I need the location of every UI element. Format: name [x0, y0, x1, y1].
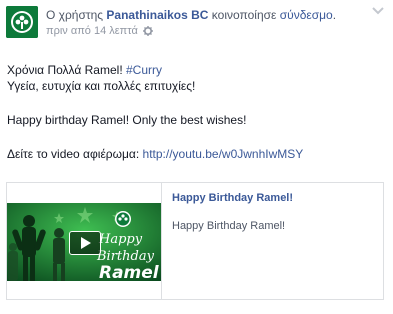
message-line-3: Happy birthday Ramel! Only the best wish…: [7, 113, 247, 127]
link-preview-card[interactable]: Happy Birthday Ramel Happy Birthday Rame…: [6, 182, 384, 300]
gear-icon[interactable]: [142, 26, 153, 36]
hashtag-link[interactable]: #Curry: [126, 63, 162, 77]
card-info: Happy Birthday Ramel! Happy Birthday Ram…: [162, 183, 383, 299]
post-meta: πριν από 14 λεπτά: [46, 25, 153, 37]
chevron-down-icon[interactable]: [371, 6, 385, 16]
thumbnail-text-line-1: Happy: [98, 232, 143, 247]
post-timestamp[interactable]: πριν από 14 λεπτά: [46, 25, 138, 37]
post-message: Χρόνια Πολλά Ramel! #Curry Υγεία, ευτυχί…: [7, 62, 387, 162]
play-icon: [81, 237, 91, 249]
message-line-1: Χρόνια Πολλά Ramel! #Curry: [7, 63, 163, 77]
card-title[interactable]: Happy Birthday Ramel!: [172, 192, 373, 204]
header-suffix: .: [332, 8, 337, 22]
avatar[interactable]: [6, 6, 38, 38]
play-button[interactable]: [69, 231, 101, 255]
page-name-link[interactable]: Panathinaikos BC: [106, 8, 208, 22]
header-action: κοινοποίησε: [211, 8, 277, 22]
thumbnail-text-line-3: Ramel: [99, 263, 160, 281]
shared-link-word[interactable]: σύνδεσμο: [280, 8, 333, 22]
header-prefix: Ο χρήστης: [46, 8, 104, 22]
card-description: Happy Birthday Ramel!: [172, 220, 286, 232]
thumbnail-text-line-2: Birthday: [96, 249, 155, 264]
message-line-2: Υγεία, ευτυχία και πολλές επιτυχίες!: [7, 79, 196, 93]
message-line-4: Δείτε το video αφιέρωμα: http://youtu.be…: [7, 147, 304, 161]
video-url-link[interactable]: http://youtu.be/w0JwnhIwMSY: [143, 147, 304, 161]
video-thumbnail[interactable]: Happy Birthday Ramel: [7, 183, 162, 299]
feed-post: Ο χρήστης Panathinaikos BC κοινοποίησε σ…: [0, 0, 393, 314]
post-header: Ο χρήστης Panathinaikos BC κοινοποίησε σ…: [46, 8, 366, 22]
panathinaikos-logo-icon: [6, 6, 38, 38]
